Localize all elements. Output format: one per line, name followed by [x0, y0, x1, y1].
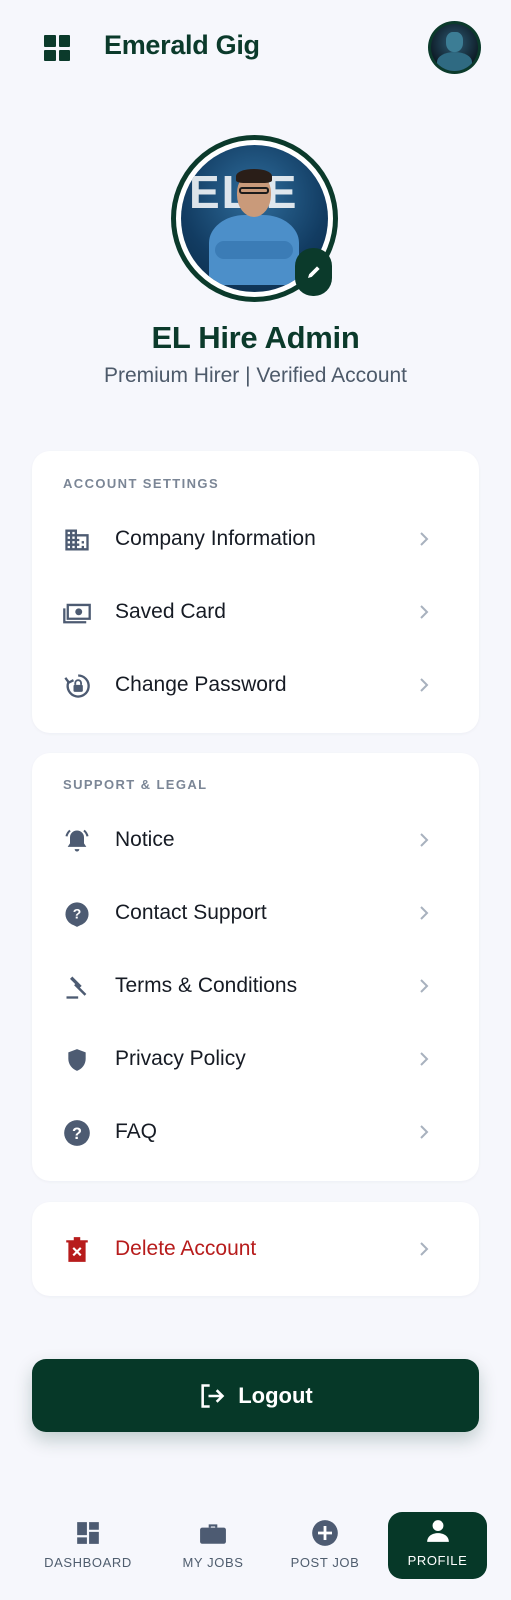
chevron-right-icon	[420, 1052, 429, 1066]
chevron-right-icon	[420, 833, 429, 847]
lock-reset-icon	[62, 671, 92, 701]
svg-text:?: ?	[72, 1125, 82, 1143]
menu-item-faq[interactable]: ? FAQ	[32, 1101, 479, 1163]
edit-photo-button[interactable]	[295, 248, 332, 296]
danger-zone-card: Delete Account	[32, 1202, 479, 1296]
section-title-support-legal: SUPPORT & LEGAL	[63, 777, 208, 792]
menu-item-label: Change Password	[115, 673, 287, 696]
bottom-navigation: DASHBOARD MY JOBS POST JOB PROFILE	[0, 1500, 511, 1600]
menu-item-label: Company Information	[115, 527, 316, 550]
profile-subtitle: Premium Hirer | Verified Account	[103, 364, 408, 387]
brand-title: Emerald Gig	[104, 30, 260, 60]
menu-item-label: Notice	[115, 828, 175, 851]
menu-item-notice[interactable]: Notice	[32, 809, 479, 871]
briefcase-icon	[199, 1518, 227, 1548]
pencil-icon	[307, 266, 320, 278]
chevron-right-icon	[420, 678, 429, 692]
menu-item-company-information[interactable]: Company Information	[32, 508, 479, 570]
cash-icon	[62, 598, 92, 628]
dashboard-icon	[75, 1518, 101, 1548]
nav-label: DASHBOARD	[44, 1555, 132, 1570]
nav-label: POST JOB	[290, 1555, 360, 1570]
chevron-right-icon	[420, 532, 429, 546]
avatar[interactable]	[428, 21, 481, 74]
nav-label: MY JOBS	[182, 1555, 244, 1570]
account-settings-card: ACCOUNT SETTINGS Company Information Sav…	[32, 451, 479, 733]
delete-icon	[62, 1235, 92, 1265]
chevron-right-icon	[420, 979, 429, 993]
menu-item-saved-card[interactable]: Saved Card	[32, 581, 479, 643]
nav-post-job[interactable]: POST JOB	[278, 1514, 372, 1578]
profile-name: EL Hire Admin	[151, 320, 360, 355]
menu-item-contact-support[interactable]: ? Contact Support	[32, 882, 479, 944]
menu-grid-icon[interactable]	[44, 35, 70, 61]
menu-item-privacy-policy[interactable]: Privacy Policy	[32, 1028, 479, 1090]
menu-item-terms-conditions[interactable]: Terms & Conditions	[32, 955, 479, 1017]
logout-icon	[201, 1383, 225, 1408]
top-app-bar: Emerald Gig	[0, 0, 511, 94]
chevron-right-icon	[420, 906, 429, 920]
support-legal-card: SUPPORT & LEGAL Notice ? Contact Support…	[32, 753, 479, 1181]
chevron-right-icon	[420, 1242, 429, 1256]
person-icon	[425, 1516, 451, 1546]
building-icon	[62, 525, 92, 555]
nav-dashboard[interactable]: DASHBOARD	[38, 1514, 138, 1578]
menu-item-label: FAQ	[115, 1120, 158, 1143]
nav-label: PROFILE	[407, 1553, 468, 1568]
help-chat-icon: ?	[62, 899, 92, 929]
shield-icon	[62, 1045, 92, 1075]
nav-my-jobs[interactable]: MY JOBS	[168, 1514, 258, 1578]
logout-button[interactable]: Logout	[32, 1359, 479, 1432]
delete-account-label: Delete Account	[115, 1237, 257, 1260]
add-circle-icon	[311, 1518, 339, 1548]
svg-text:?: ?	[73, 906, 82, 922]
section-title-account-settings: ACCOUNT SETTINGS	[63, 476, 220, 491]
logout-label: Logout	[238, 1382, 313, 1408]
delete-account-button[interactable]: Delete Account	[32, 1218, 479, 1280]
chevron-right-icon	[420, 1125, 429, 1139]
menu-item-label: Terms & Conditions	[115, 974, 298, 997]
chevron-right-icon	[420, 605, 429, 619]
bell-icon	[62, 826, 92, 856]
menu-item-label: Privacy Policy	[115, 1047, 246, 1070]
menu-item-change-password[interactable]: Change Password	[32, 654, 479, 716]
nav-profile[interactable]: PROFILE	[388, 1512, 487, 1579]
help-circle-icon: ?	[62, 1118, 92, 1148]
menu-item-label: Saved Card	[115, 600, 226, 623]
menu-item-label: Contact Support	[115, 901, 267, 924]
gavel-icon	[62, 972, 92, 1002]
